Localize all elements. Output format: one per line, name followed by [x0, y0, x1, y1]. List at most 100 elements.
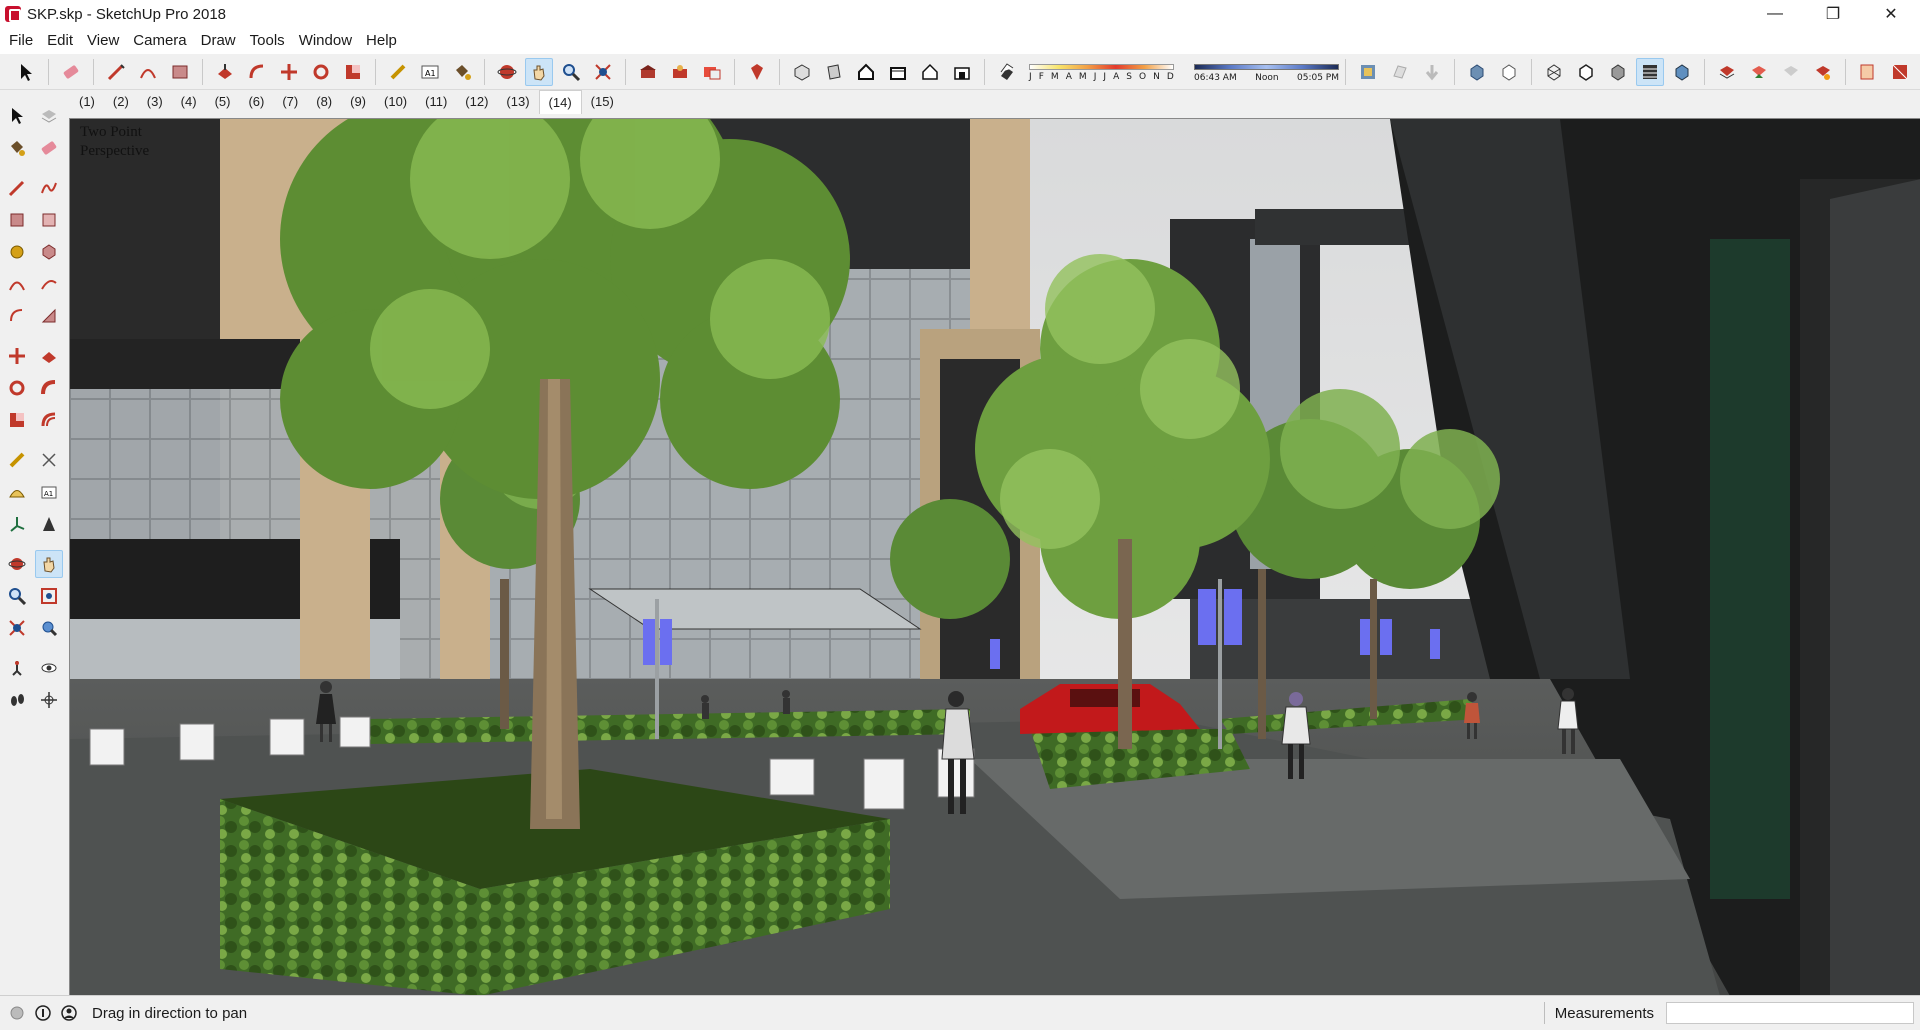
polygon-icon[interactable] — [35, 238, 63, 266]
wireframe-icon[interactable] — [1540, 58, 1568, 86]
freehand-icon[interactable] — [35, 174, 63, 202]
scene-tab-3[interactable]: (3) — [138, 90, 172, 114]
shadow-time-slider[interactable]: 06:43 AM Noon 05:05 PM — [1194, 61, 1339, 83]
menu-help[interactable]: Help — [359, 28, 404, 54]
orbit-icon[interactable] — [493, 58, 521, 86]
paint-bucket-icon[interactable] — [448, 58, 476, 86]
eraser-icon[interactable] — [35, 134, 63, 162]
right-view-icon[interactable] — [884, 58, 912, 86]
components-icon[interactable] — [1745, 58, 1773, 86]
extension-warehouse-icon[interactable] — [698, 58, 726, 86]
protractor-icon[interactable] — [3, 478, 31, 506]
follow-me-icon[interactable] — [35, 374, 63, 402]
scene-tab-9[interactable]: (9) — [341, 90, 375, 114]
make-component-icon[interactable] — [35, 102, 63, 130]
menu-edit[interactable]: Edit — [40, 28, 80, 54]
shadows-toggle-icon[interactable] — [993, 58, 1021, 86]
eraser-icon[interactable] — [57, 58, 85, 86]
scene-tab-8[interactable]: (8) — [307, 90, 341, 114]
scene-tab-12[interactable]: (12) — [456, 90, 497, 114]
minimize-button[interactable]: — — [1746, 0, 1804, 28]
look-around-icon[interactable] — [35, 654, 63, 682]
zoom-extents-icon[interactable] — [3, 614, 31, 642]
dimension-icon[interactable] — [35, 446, 63, 474]
two-point-arc-icon[interactable] — [35, 270, 63, 298]
tape-measure-icon[interactable] — [384, 58, 412, 86]
3d-text-icon[interactable] — [35, 510, 63, 538]
component-options-icon[interactable] — [1713, 58, 1741, 86]
section-plane-icon[interactable] — [35, 686, 63, 714]
axes-icon[interactable] — [3, 510, 31, 538]
scene-tab-13[interactable]: (13) — [497, 90, 538, 114]
move-icon[interactable] — [275, 58, 303, 86]
scale-icon[interactable] — [3, 406, 31, 434]
walk-icon[interactable] — [3, 686, 31, 714]
menu-camera[interactable]: Camera — [126, 28, 193, 54]
monochrome-icon[interactable] — [1668, 58, 1696, 86]
top-view-icon[interactable] — [820, 58, 848, 86]
menu-draw[interactable]: Draw — [194, 28, 243, 54]
user-account-icon[interactable] — [60, 1004, 78, 1022]
scene-tab-6[interactable]: (6) — [239, 90, 273, 114]
pan-icon[interactable] — [35, 550, 63, 578]
scale-icon[interactable] — [339, 58, 367, 86]
text-icon[interactable]: A1 — [35, 478, 63, 506]
ruby-console-icon[interactable] — [743, 58, 771, 86]
shadow-date-slider[interactable]: J F M A M J J A S O N D 06:43 AM Noon 05… — [1029, 61, 1339, 83]
share-model-icon[interactable] — [666, 58, 694, 86]
scene-tab-14[interactable]: (14) — [538, 90, 582, 114]
arc-tool-icon[interactable] — [134, 58, 162, 86]
menu-window[interactable]: Window — [292, 28, 359, 54]
text-tool-icon[interactable]: A1 — [416, 58, 444, 86]
zoom-icon[interactable] — [557, 58, 585, 86]
scene-tab-15[interactable]: (15) — [582, 90, 623, 114]
scene-tab-4[interactable]: (4) — [172, 90, 206, 114]
rotate-icon[interactable] — [307, 58, 335, 86]
push-pull-icon[interactable] — [35, 342, 63, 370]
offset-icon[interactable] — [243, 58, 271, 86]
menu-tools[interactable]: Tools — [243, 28, 292, 54]
shaded-icon[interactable] — [1604, 58, 1632, 86]
style-builder-icon[interactable] — [1886, 58, 1914, 86]
circle-icon[interactable] — [3, 238, 31, 266]
menu-file[interactable]: File — [2, 28, 40, 54]
select-icon[interactable] — [3, 102, 31, 130]
zoom-icon[interactable] — [3, 582, 31, 610]
scene-tab-5[interactable]: (5) — [206, 90, 240, 114]
scene-tab-10[interactable]: (10) — [375, 90, 416, 114]
geo-location-icon[interactable] — [8, 1004, 26, 1022]
three-point-arc-icon[interactable] — [3, 302, 31, 330]
select-tool-icon[interactable] — [12, 58, 40, 86]
line-icon[interactable] — [3, 174, 31, 202]
back-edges-icon[interactable] — [1495, 58, 1523, 86]
scene-tab-1[interactable]: (1) — [70, 90, 104, 114]
pie-icon[interactable] — [35, 302, 63, 330]
rotated-rectangle-icon[interactable] — [35, 206, 63, 234]
rotate-icon[interactable] — [3, 374, 31, 402]
hidden-line-icon[interactable] — [1572, 58, 1600, 86]
iso-view-icon[interactable] — [788, 58, 816, 86]
zoom-extents-icon[interactable] — [589, 58, 617, 86]
styles-icon[interactable] — [1809, 58, 1837, 86]
scene-tab-7[interactable]: (7) — [273, 90, 307, 114]
menu-view[interactable]: View — [80, 28, 126, 54]
rectangle-tool-icon[interactable] — [166, 58, 194, 86]
scene-tab-11[interactable]: (11) — [416, 90, 456, 114]
restore-button[interactable]: ❐ — [1804, 0, 1862, 28]
shaded-with-textures-icon[interactable] — [1636, 57, 1664, 86]
front-view-icon[interactable] — [852, 58, 880, 86]
model-viewport[interactable]: Two Point Perspective — [69, 118, 1920, 995]
display-section-planes-icon[interactable] — [1386, 58, 1414, 86]
warehouse-icon[interactable] — [634, 58, 662, 86]
push-pull-icon[interactable] — [211, 58, 239, 86]
orbit-icon[interactable] — [3, 550, 31, 578]
layout-icon[interactable] — [1854, 58, 1882, 86]
materials-icon[interactable] — [1777, 58, 1805, 86]
line-tool-icon[interactable] — [102, 58, 130, 86]
rectangle-icon[interactable] — [3, 206, 31, 234]
move-icon[interactable] — [3, 342, 31, 370]
zoom-window-icon[interactable] — [35, 582, 63, 610]
pan-hand-icon[interactable] — [525, 57, 553, 86]
offset-icon[interactable] — [35, 406, 63, 434]
tape-measure-icon[interactable] — [3, 446, 31, 474]
